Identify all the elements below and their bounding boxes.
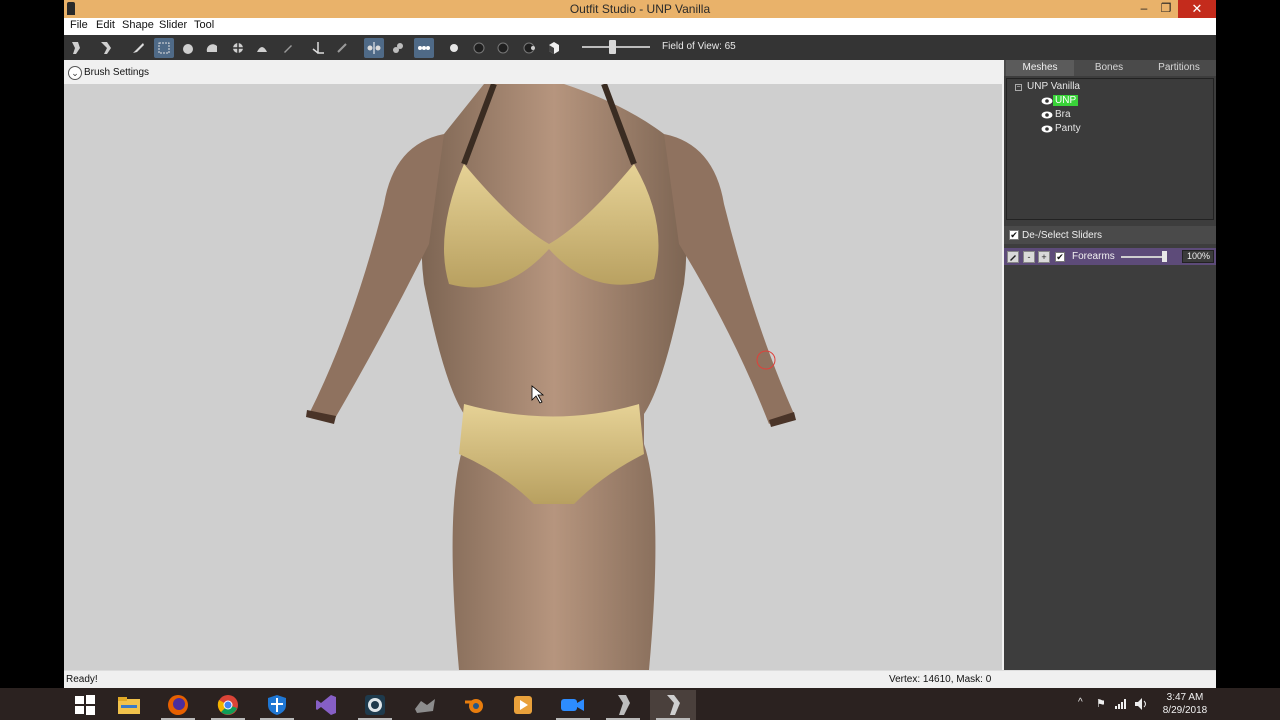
collapse-icon[interactable]: − xyxy=(1015,84,1022,91)
slider-row-forearms[interactable]: - + ✔ Forearms 100% xyxy=(1004,248,1216,265)
menu-edit[interactable]: Edit xyxy=(96,19,115,31)
transform-icon[interactable] xyxy=(308,38,328,58)
menu-tool[interactable]: Tool xyxy=(194,19,214,31)
slider-name: Forearms xyxy=(1072,251,1115,262)
bodyslide-icon[interactable] xyxy=(402,690,448,720)
slider-plus-button[interactable]: + xyxy=(1038,251,1050,263)
mirror-y-icon[interactable] xyxy=(388,38,408,58)
window-title: Outfit Studio - UNP Vanilla xyxy=(569,2,711,16)
menu-slider[interactable]: Slider xyxy=(159,19,187,31)
brush-settings-bar: ⌄ Brush Settings xyxy=(64,62,1002,84)
tab-meshes[interactable]: Meshes xyxy=(1006,60,1074,76)
tree-item-unp[interactable]: UNP xyxy=(1053,95,1079,106)
tray-chevron-icon[interactable]: ^ xyxy=(1078,697,1083,708)
view-right-icon[interactable] xyxy=(519,38,539,58)
mesh-label-unp: UNP xyxy=(1053,95,1079,106)
file-explorer-icon[interactable] xyxy=(106,690,152,720)
status-bar: Ready! Vertex: 14610, Mask: 0 xyxy=(64,670,1216,688)
restore-button[interactable]: ❐ xyxy=(1154,0,1178,18)
chevron-down-icon[interactable]: ⌄ xyxy=(68,66,82,80)
eye-icon[interactable] xyxy=(1041,125,1053,133)
eye-icon[interactable] xyxy=(1041,111,1053,119)
close-button[interactable]: ✕ xyxy=(1178,0,1216,18)
mirror-z-icon[interactable] xyxy=(414,38,434,58)
view-left-icon[interactable] xyxy=(493,38,513,58)
mesh-tree: − UNP Vanilla UNP Bra Panty xyxy=(1006,78,1214,220)
3d-viewport[interactable] xyxy=(64,84,1002,670)
visual-studio-icon[interactable] xyxy=(303,690,349,720)
windows-start-icon[interactable] xyxy=(62,690,108,720)
tree-item-panty[interactable]: Panty xyxy=(1055,123,1081,134)
pivot-icon[interactable] xyxy=(332,38,352,58)
smooth-brush-icon[interactable] xyxy=(252,38,272,58)
inflate-brush-icon[interactable] xyxy=(178,38,198,58)
blender-icon[interactable] xyxy=(451,690,497,720)
volume-icon[interactable] xyxy=(1134,697,1148,711)
slider-minus-button[interactable]: - xyxy=(1023,251,1035,263)
chrome-icon[interactable] xyxy=(205,690,251,720)
mask-brush-icon[interactable] xyxy=(96,38,116,58)
menu-file[interactable]: File xyxy=(70,19,88,31)
weight-brush-icon[interactable] xyxy=(278,38,298,58)
windows-defender-icon[interactable] xyxy=(254,690,300,720)
wifi-icon[interactable] xyxy=(1114,698,1128,710)
view-back-icon[interactable] xyxy=(469,38,489,58)
media-player-icon[interactable] xyxy=(500,690,546,720)
brush-settings-label[interactable]: Brush Settings xyxy=(84,67,149,78)
windows-taskbar: ^ ⚑ 3:47 AM 8/29/2018 xyxy=(0,688,1280,720)
outfit-studio-active-icon[interactable] xyxy=(650,690,696,720)
tray-flag-icon[interactable]: ⚑ xyxy=(1096,697,1106,710)
move-brush-icon[interactable] xyxy=(228,38,248,58)
standard-brush-icon[interactable] xyxy=(128,38,148,58)
field-of-view-track[interactable] xyxy=(582,46,650,48)
tree-root-unp-vanilla[interactable]: UNP Vanilla xyxy=(1027,81,1080,92)
field-of-view-slider-thumb[interactable] xyxy=(609,40,616,54)
right-panel: Meshes Bones Partitions − UNP Vanilla UN… xyxy=(1004,60,1216,670)
deselect-sliders-checkbox[interactable]: ✔ xyxy=(1009,230,1019,240)
tab-partitions[interactable]: Partitions xyxy=(1144,60,1214,76)
system-clock[interactable]: 3:47 AM 8/29/2018 xyxy=(1150,691,1220,717)
mirror-x-icon[interactable] xyxy=(364,38,384,58)
view-front-icon[interactable] xyxy=(444,38,464,58)
clock-date: 8/29/2018 xyxy=(1162,705,1208,716)
clock-time: 3:47 AM xyxy=(1166,692,1204,703)
eye-icon[interactable] xyxy=(1041,97,1053,105)
vertex-count: Vertex: 14610, Mask: 0 xyxy=(889,674,992,685)
slider-thumb[interactable] xyxy=(1162,251,1167,262)
menu-bar: File Edit Shape Slider Tool xyxy=(64,18,1216,35)
title-bar[interactable]: Outfit Studio - UNP Vanilla – ❐ ✕ xyxy=(64,0,1216,18)
slider-edit-icon[interactable] xyxy=(1007,251,1019,263)
tree-item-bra[interactable]: Bra xyxy=(1055,109,1071,120)
slider-enable-checkbox[interactable]: ✔ xyxy=(1055,252,1065,262)
status-text: Ready! xyxy=(66,674,98,685)
tab-bones[interactable]: Bones xyxy=(1076,60,1142,76)
character-model xyxy=(306,84,796,670)
toolbar: Field of View: 65 xyxy=(64,35,1216,60)
slider-track[interactable] xyxy=(1121,256,1165,258)
firefox-icon[interactable] xyxy=(155,690,201,720)
slider-value-field[interactable]: 100% xyxy=(1182,250,1214,263)
zoom-icon[interactable] xyxy=(550,690,596,720)
outfit-studio-window: Outfit Studio - UNP Vanilla – ❐ ✕ File E… xyxy=(64,0,1216,688)
obs-icon[interactable] xyxy=(352,690,398,720)
menu-shape[interactable]: Shape xyxy=(122,19,154,31)
select-brush-icon[interactable] xyxy=(66,38,86,58)
mask-tool-icon[interactable] xyxy=(154,38,174,58)
deselect-sliders-label[interactable]: De-/Select Sliders xyxy=(1022,230,1102,241)
slider-header: ✔ De-/Select Sliders xyxy=(1004,226,1216,244)
deflate-brush-icon[interactable] xyxy=(202,38,222,58)
field-of-view-label: Field of View: 65 xyxy=(662,41,736,52)
outfit-studio-icon[interactable] xyxy=(600,690,646,720)
view-perspective-icon[interactable] xyxy=(544,38,564,58)
panel-tabs: Meshes Bones Partitions xyxy=(1004,60,1216,76)
minimize-button[interactable]: – xyxy=(1132,0,1156,18)
